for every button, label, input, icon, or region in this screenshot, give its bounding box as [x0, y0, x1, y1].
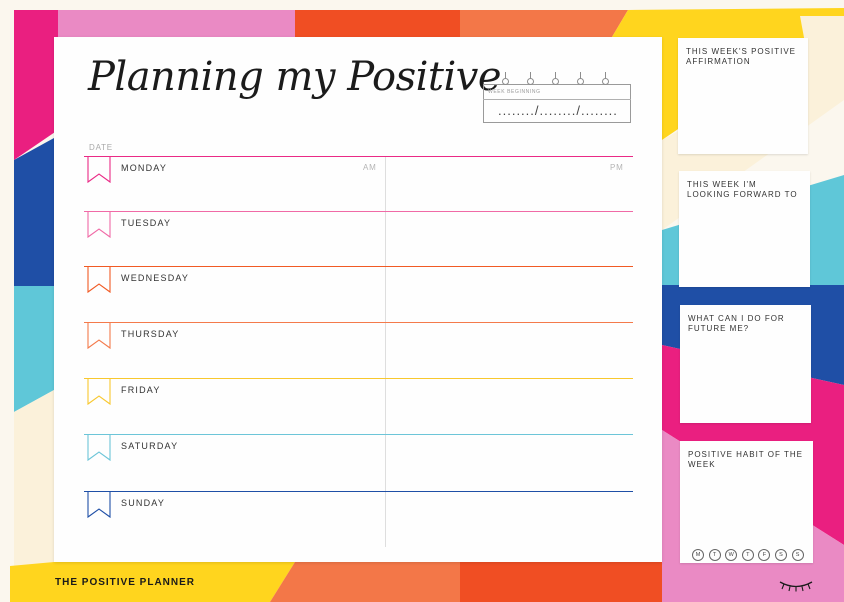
- habit-day-checkbox[interactable]: S: [791, 549, 804, 561]
- looking-forward-card[interactable]: THIS WEEK I'M LOOKING FORWARD TO: [679, 171, 810, 287]
- habit-day-checkbox[interactable]: T: [708, 549, 721, 561]
- day-row-wednesday[interactable]: WEDNESDAY: [84, 266, 633, 296]
- day-line: [84, 434, 633, 435]
- day-line: [84, 322, 633, 323]
- future-me-title: WHAT CAN I DO FOR FUTURE ME?: [688, 314, 785, 333]
- day-row-sunday[interactable]: SUNDAY: [84, 491, 633, 521]
- day-row-thursday[interactable]: THURSDAY: [84, 322, 633, 352]
- planner-sheet: Planning my Positive WEEK BEGINNING ....…: [54, 37, 662, 562]
- day-line: [84, 266, 633, 267]
- future-me-card[interactable]: WHAT CAN I DO FOR FUTURE ME?: [680, 305, 811, 423]
- brand-footer: THE POSITIVE PLANNER: [55, 577, 196, 588]
- date-label: DATE: [89, 143, 113, 152]
- day-line: [84, 378, 633, 379]
- day-label-sunday: SUNDAY: [121, 498, 166, 508]
- day-label-tuesday: TUESDAY: [121, 218, 172, 228]
- day-label-wednesday: WEDNESDAY: [121, 273, 190, 283]
- ring-icon: [552, 72, 559, 86]
- day-label-friday: FRIDAY: [121, 385, 161, 395]
- habit-day-checkbox[interactable]: F: [758, 549, 771, 561]
- habit-day-checkbox[interactable]: S: [774, 549, 787, 561]
- day-label-saturday: SATURDAY: [121, 441, 179, 451]
- week-beginning-label: WEEK BEGINNING: [488, 89, 541, 95]
- day-line: [84, 156, 633, 157]
- looking-forward-title: THIS WEEK I'M LOOKING FORWARD TO: [687, 180, 798, 199]
- week-date-field[interactable]: ......../......../........: [498, 103, 618, 118]
- habit-title: POSITIVE HABIT OF THE WEEK: [688, 450, 803, 469]
- day-row-saturday[interactable]: SATURDAY: [84, 434, 633, 464]
- affirmation-card[interactable]: THIS WEEK'S POSITIVE AFFIRMATION: [678, 38, 808, 154]
- day-row-monday[interactable]: MONDAY: [84, 156, 633, 186]
- day-line: [84, 211, 633, 212]
- bookmark-flag-icon: [87, 211, 111, 239]
- day-label-thursday: THURSDAY: [121, 329, 180, 339]
- habit-day-checkbox[interactable]: T: [741, 549, 754, 561]
- planner-title: Planning my Positive: [88, 54, 502, 100]
- bookmark-flag-icon: [87, 156, 111, 184]
- affirmation-title: THIS WEEK'S POSITIVE AFFIRMATION: [686, 47, 796, 66]
- ring-icon: [527, 72, 534, 86]
- day-label-monday: MONDAY: [121, 163, 168, 173]
- day-line: [84, 491, 633, 492]
- calendar-divider: [483, 99, 631, 100]
- bookmark-flag-icon: [87, 491, 111, 519]
- bookmark-flag-icon: [87, 322, 111, 350]
- day-row-tuesday[interactable]: TUESDAY: [84, 211, 633, 241]
- ring-icon: [502, 72, 509, 86]
- ring-icon: [577, 72, 584, 86]
- habit-tracker: MTWTFSS: [692, 543, 808, 561]
- bookmark-flag-icon: [87, 434, 111, 462]
- habit-day-checkbox[interactable]: M: [692, 549, 704, 561]
- eyelash-icon: [779, 581, 813, 592]
- bookmark-flag-icon: [87, 378, 111, 406]
- ring-icon: [602, 72, 609, 86]
- habit-day-checkbox[interactable]: W: [725, 549, 738, 561]
- bookmark-flag-icon: [87, 266, 111, 294]
- habit-card[interactable]: POSITIVE HABIT OF THE WEEK MTWTFSS: [680, 441, 813, 563]
- day-row-friday[interactable]: FRIDAY: [84, 378, 633, 408]
